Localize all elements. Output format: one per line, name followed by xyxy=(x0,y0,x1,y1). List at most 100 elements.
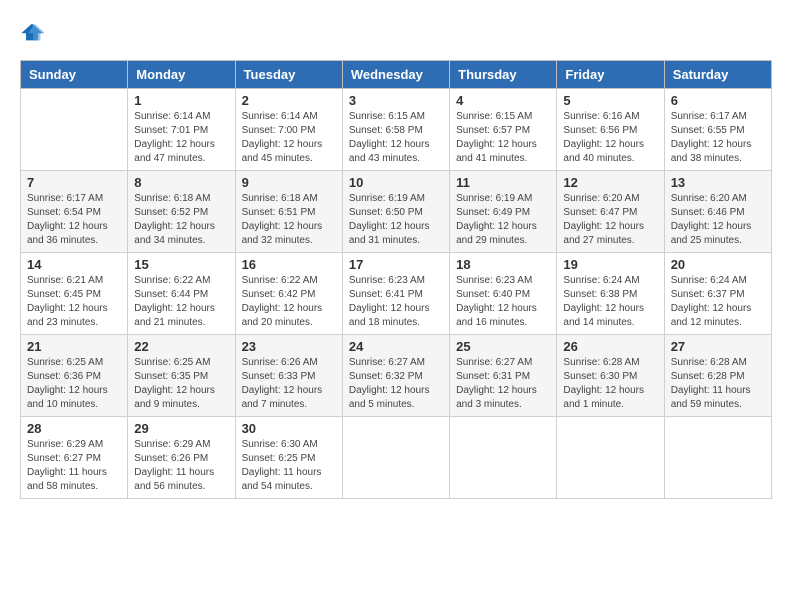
day-info: Sunrise: 6:17 AM Sunset: 6:55 PM Dayligh… xyxy=(671,110,765,166)
calendar-cell: 30Sunrise: 6:30 AM Sunset: 6:25 PM Dayli… xyxy=(235,417,342,499)
calendar-cell: 4 Sunrise: 6:15 AM Sunset: 6:57 PM Daylig… xyxy=(450,89,557,171)
calendar-cell: 16 Sunrise: 6:22 AM Sunset: 6:42 PM Dayli… xyxy=(235,253,342,335)
week-row-2: 14 Sunrise: 6:21 AM Sunset: 6:45 PM Dayli… xyxy=(21,253,772,335)
day-info: Sunrise: 6:18 AM Sunset: 6:51 PM Dayligh… xyxy=(242,192,336,248)
week-row-4: 28 Sunrise: 6:29 AM Sunset: 6:27 PM Dayli… xyxy=(21,417,772,499)
calendar-cell xyxy=(450,417,557,499)
day-info: Sunrise: 6:29 AM Sunset: 6:27 PM Dayligh… xyxy=(27,438,121,494)
day-info: Sunrise: 6:25 AM Sunset: 6:36 PM Dayligh… xyxy=(27,356,121,412)
day-info: Sunrise: 6:22 AM Sunset: 6:44 PM Dayligh… xyxy=(134,274,228,330)
calendar-cell: 13 Sunrise: 6:20 AM Sunset: 6:46 PM Dayli… xyxy=(664,171,771,253)
day-number: 14 xyxy=(27,257,121,272)
day-number: 27 xyxy=(671,339,765,354)
day-info: Sunrise: 6:27 AM Sunset: 6:31 PM Dayligh… xyxy=(456,356,550,412)
day-info: Sunrise: 6:28 AM Sunset: 6:28 PM Dayligh… xyxy=(671,356,765,412)
day-info: Sunrise: 6:23 AM Sunset: 6:40 PM Dayligh… xyxy=(456,274,550,330)
calendar-cell: 22Sunrise: 6:25 AM Sunset: 6:35 PM Dayli… xyxy=(128,335,235,417)
day-info: Sunrise: 6:17 AM Sunset: 6:54 PM Dayligh… xyxy=(27,192,121,248)
header-day-tuesday: Tuesday xyxy=(235,61,342,89)
logo-icon xyxy=(20,20,44,44)
day-info: Sunrise: 6:26 AM Sunset: 6:33 PM Dayligh… xyxy=(242,356,336,412)
calendar-cell: 1Sunrise: 6:14 AM Sunset: 7:01 PM Daylig… xyxy=(128,89,235,171)
calendar-cell: 18 Sunrise: 6:23 AM Sunset: 6:40 PM Dayli… xyxy=(450,253,557,335)
header-day-friday: Friday xyxy=(557,61,664,89)
day-number: 21 xyxy=(27,339,121,354)
day-number: 7 xyxy=(27,175,121,190)
day-number: 17 xyxy=(349,257,443,272)
day-number: 29 xyxy=(134,421,228,436)
day-info: Sunrise: 6:20 AM Sunset: 6:46 PM Dayligh… xyxy=(671,192,765,248)
day-number: 20 xyxy=(671,257,765,272)
day-number: 26 xyxy=(563,339,657,354)
calendar-cell: 5 Sunrise: 6:16 AM Sunset: 6:56 PM Daylig… xyxy=(557,89,664,171)
calendar-cell xyxy=(557,417,664,499)
calendar-cell: 15 Sunrise: 6:22 AM Sunset: 6:44 PM Dayli… xyxy=(128,253,235,335)
header-day-saturday: Saturday xyxy=(664,61,771,89)
header-day-wednesday: Wednesday xyxy=(342,61,449,89)
day-number: 19 xyxy=(563,257,657,272)
calendar-cell: 2 Sunrise: 6:14 AM Sunset: 7:00 PM Daylig… xyxy=(235,89,342,171)
week-row-1: 7 Sunrise: 6:17 AM Sunset: 6:54 PM Daylig… xyxy=(21,171,772,253)
calendar-cell: 9 Sunrise: 6:18 AM Sunset: 6:51 PM Daylig… xyxy=(235,171,342,253)
day-number: 11 xyxy=(456,175,550,190)
day-number: 1 xyxy=(134,93,228,108)
day-number: 4 xyxy=(456,93,550,108)
day-number: 2 xyxy=(242,93,336,108)
day-info: Sunrise: 6:23 AM Sunset: 6:41 PM Dayligh… xyxy=(349,274,443,330)
calendar-cell: 3Sunrise: 6:15 AM Sunset: 6:58 PM Daylig… xyxy=(342,89,449,171)
calendar-cell xyxy=(342,417,449,499)
day-number: 5 xyxy=(563,93,657,108)
day-info: Sunrise: 6:19 AM Sunset: 6:50 PM Dayligh… xyxy=(349,192,443,248)
day-number: 18 xyxy=(456,257,550,272)
day-number: 13 xyxy=(671,175,765,190)
calendar-body: 1Sunrise: 6:14 AM Sunset: 7:01 PM Daylig… xyxy=(21,89,772,499)
calendar-cell: 26 Sunrise: 6:28 AM Sunset: 6:30 PM Dayli… xyxy=(557,335,664,417)
day-info: Sunrise: 6:27 AM Sunset: 6:32 PM Dayligh… xyxy=(349,356,443,412)
calendar-table: SundayMondayTuesdayWednesdayThursdayFrid… xyxy=(20,60,772,499)
calendar-cell xyxy=(21,89,128,171)
page-header xyxy=(20,20,772,44)
day-info: Sunrise: 6:22 AM Sunset: 6:42 PM Dayligh… xyxy=(242,274,336,330)
header-row: SundayMondayTuesdayWednesdayThursdayFrid… xyxy=(21,61,772,89)
day-number: 24 xyxy=(349,339,443,354)
day-info: Sunrise: 6:28 AM Sunset: 6:30 PM Dayligh… xyxy=(563,356,657,412)
calendar-cell: 28 Sunrise: 6:29 AM Sunset: 6:27 PM Dayli… xyxy=(21,417,128,499)
week-row-0: 1Sunrise: 6:14 AM Sunset: 7:01 PM Daylig… xyxy=(21,89,772,171)
day-info: Sunrise: 6:24 AM Sunset: 6:38 PM Dayligh… xyxy=(563,274,657,330)
week-row-3: 21 Sunrise: 6:25 AM Sunset: 6:36 PM Dayli… xyxy=(21,335,772,417)
calendar-cell: 7 Sunrise: 6:17 AM Sunset: 6:54 PM Daylig… xyxy=(21,171,128,253)
calendar-cell: 24 Sunrise: 6:27 AM Sunset: 6:32 PM Dayli… xyxy=(342,335,449,417)
day-number: 16 xyxy=(242,257,336,272)
calendar-cell: 27 Sunrise: 6:28 AM Sunset: 6:28 PM Dayli… xyxy=(664,335,771,417)
day-number: 15 xyxy=(134,257,228,272)
day-number: 9 xyxy=(242,175,336,190)
day-info: Sunrise: 6:24 AM Sunset: 6:37 PM Dayligh… xyxy=(671,274,765,330)
day-info: Sunrise: 6:16 AM Sunset: 6:56 PM Dayligh… xyxy=(563,110,657,166)
day-number: 8 xyxy=(134,175,228,190)
calendar-cell: 29 Sunrise: 6:29 AM Sunset: 6:26 PM Dayli… xyxy=(128,417,235,499)
calendar-cell: 8Sunrise: 6:18 AM Sunset: 6:52 PM Daylig… xyxy=(128,171,235,253)
calendar-cell: 10 Sunrise: 6:19 AM Sunset: 6:50 PM Dayli… xyxy=(342,171,449,253)
day-info: Sunrise: 6:14 AM Sunset: 7:00 PM Dayligh… xyxy=(242,110,336,166)
day-info: Sunrise: 6:19 AM Sunset: 6:49 PM Dayligh… xyxy=(456,192,550,248)
day-number: 3 xyxy=(349,93,443,108)
header-day-monday: Monday xyxy=(128,61,235,89)
day-info: Sunrise: 6:21 AM Sunset: 6:45 PM Dayligh… xyxy=(27,274,121,330)
day-info: Sunrise: 6:15 AM Sunset: 6:57 PM Dayligh… xyxy=(456,110,550,166)
calendar-cell: 21 Sunrise: 6:25 AM Sunset: 6:36 PM Dayli… xyxy=(21,335,128,417)
calendar-cell: 17 Sunrise: 6:23 AM Sunset: 6:41 PM Dayli… xyxy=(342,253,449,335)
calendar-cell: 11 Sunrise: 6:19 AM Sunset: 6:49 PM Dayli… xyxy=(450,171,557,253)
calendar-cell: 23 Sunrise: 6:26 AM Sunset: 6:33 PM Dayli… xyxy=(235,335,342,417)
day-info: Sunrise: 6:20 AM Sunset: 6:47 PM Dayligh… xyxy=(563,192,657,248)
day-number: 30 xyxy=(242,421,336,436)
calendar-cell: 6Sunrise: 6:17 AM Sunset: 6:55 PM Daylig… xyxy=(664,89,771,171)
day-number: 28 xyxy=(27,421,121,436)
header-day-sunday: Sunday xyxy=(21,61,128,89)
calendar-cell: 19 Sunrise: 6:24 AM Sunset: 6:38 PM Dayli… xyxy=(557,253,664,335)
day-number: 25 xyxy=(456,339,550,354)
day-number: 22 xyxy=(134,339,228,354)
calendar-cell: 14 Sunrise: 6:21 AM Sunset: 6:45 PM Dayli… xyxy=(21,253,128,335)
day-number: 10 xyxy=(349,175,443,190)
day-number: 23 xyxy=(242,339,336,354)
day-info: Sunrise: 6:29 AM Sunset: 6:26 PM Dayligh… xyxy=(134,438,228,494)
